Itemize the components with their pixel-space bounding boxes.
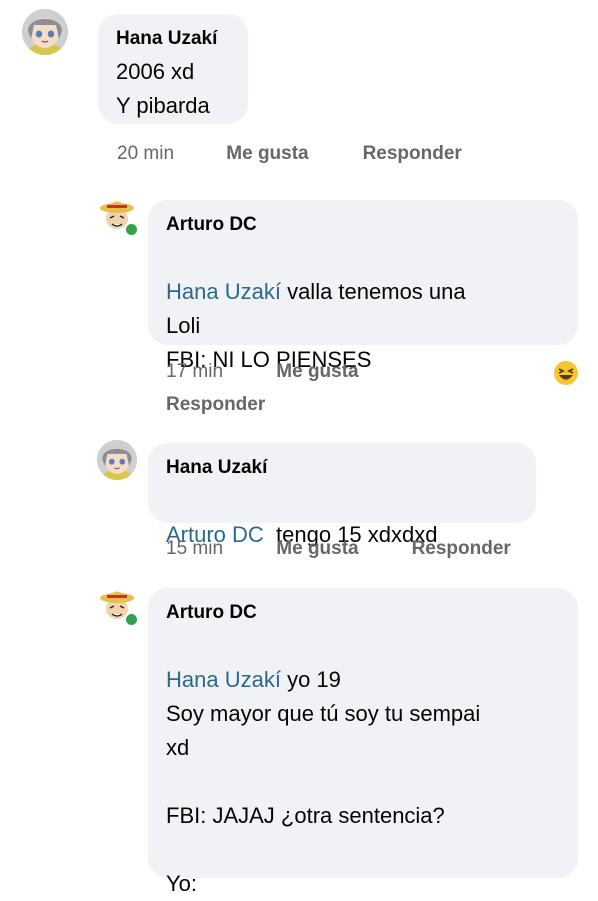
comment-text: Hana Uzakí yo 19 Soy mayor que tú soy tu … xyxy=(166,629,560,901)
anime-girl-avatar-icon xyxy=(97,440,137,480)
avatar-hana[interactable] xyxy=(97,440,137,480)
comment-actions: 17 min Me gusta xyxy=(166,361,359,383)
comment-actions: 20 min Me gusta Responder xyxy=(117,143,462,165)
comment-bubble: Arturo DC Hana Uzakí yo 19 Soy mayor que … xyxy=(148,588,578,896)
comment-bubble: Arturo DC Hana Uzakí valla tenemos una Lo… xyxy=(148,200,578,372)
avatar-hana[interactable] xyxy=(22,9,68,55)
comment-text-first: yo 19 xyxy=(280,667,341,692)
comment-text-rest: Soy mayor que tú soy tu sempai xd FBI: J… xyxy=(166,701,481,896)
comment-author[interactable]: Arturo DC xyxy=(166,213,560,237)
reply-button[interactable]: Responder xyxy=(412,538,511,560)
anime-girl-avatar-icon xyxy=(22,9,68,55)
online-status-icon xyxy=(124,612,139,627)
comment-time[interactable]: 20 min xyxy=(117,143,221,165)
comment-text: 2006 xd Y pibarda xyxy=(116,59,210,118)
reply-button[interactable]: Responder xyxy=(363,143,462,165)
comment-author[interactable]: Hana Uzakí xyxy=(166,456,518,480)
comment-text-first: valla tenemos una xyxy=(280,279,466,304)
comment-bubble: Hana Uzakí 2006 xd Y pibarda xyxy=(98,14,248,124)
comment-author[interactable]: Hana Uzakí xyxy=(116,27,230,51)
reply-row: Responder xyxy=(166,394,265,416)
comment-time[interactable]: 15 min xyxy=(166,538,271,560)
comment-bubble: Hana Uzakí Arturo DC tengo 15 xdxdxd xyxy=(148,443,536,547)
reply-button[interactable]: Responder xyxy=(166,394,265,416)
laughing-emoji-icon-svg xyxy=(554,361,578,385)
comment-text: Hana Uzakí valla tenemos una Loli FBI: NI… xyxy=(166,241,560,377)
comment-time[interactable]: 17 min xyxy=(166,361,271,383)
online-status-icon xyxy=(124,222,139,237)
mention-link[interactable]: Hana Uzakí xyxy=(166,667,281,692)
like-button[interactable]: Me gusta xyxy=(226,143,357,165)
laughing-emoji-icon[interactable] xyxy=(553,360,579,386)
mention-link[interactable]: Hana Uzakí xyxy=(166,279,281,304)
comment-actions: 15 min Me gusta Responder xyxy=(166,538,511,560)
like-button[interactable]: Me gusta xyxy=(276,538,406,560)
like-button[interactable]: Me gusta xyxy=(276,361,358,383)
comment-author[interactable]: Arturo DC xyxy=(166,601,560,625)
